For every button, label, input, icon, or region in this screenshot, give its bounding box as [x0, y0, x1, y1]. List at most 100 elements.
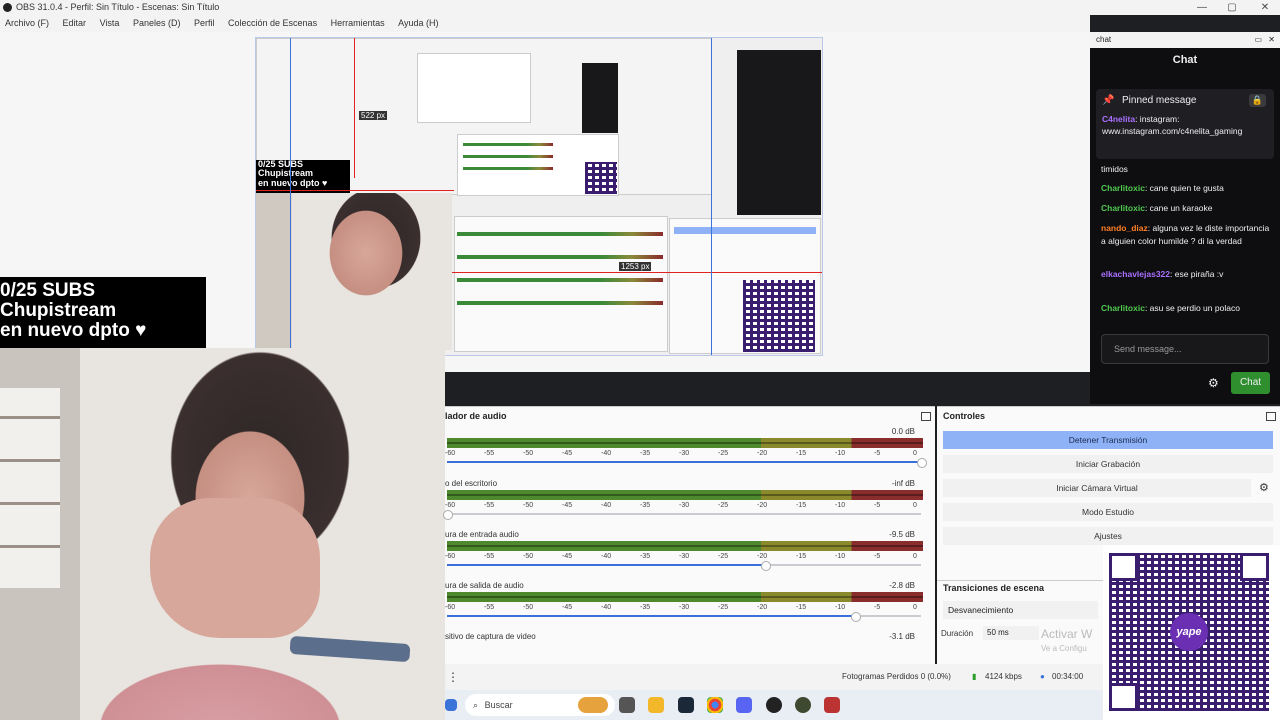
- preview-mixer-region: [454, 216, 668, 352]
- stream-preview-canvas[interactable]: 0/25 SUBS Chupistream en nuevo dpto ♥ 52…: [255, 37, 823, 356]
- chrome-icon[interactable]: [707, 697, 723, 713]
- qr-corner-tl: [1109, 553, 1138, 582]
- meter-tick-label: 0: [913, 553, 917, 560]
- chat-text: : ese piraña :v: [1170, 269, 1224, 279]
- volume-slider[interactable]: [443, 510, 921, 520]
- menu-view[interactable]: Vista: [100, 18, 120, 28]
- minimize-button[interactable]: —: [1187, 0, 1217, 15]
- gear-icon[interactable]: ⚙: [1259, 481, 1269, 494]
- stop-streaming-button[interactable]: Detener Transmisión: [943, 431, 1273, 449]
- chat-dock: chat ▭ ✕ Chat 📌 Pinned message 🔒 C4nelit…: [1090, 32, 1280, 404]
- undock-icon[interactable]: [1266, 412, 1276, 421]
- weather-widget-icon[interactable]: [578, 697, 608, 713]
- dimension-label-top: 522 px: [359, 111, 388, 120]
- meter-tick-label: 0: [913, 450, 917, 457]
- meter-tick-label: -5: [874, 450, 881, 457]
- duration-input[interactable]: 50 ms: [983, 626, 1039, 640]
- bitrate: 4124 kbps: [985, 672, 1022, 681]
- app-taskbar-icon[interactable]: [795, 697, 811, 713]
- meter-tick-label: -15: [796, 502, 807, 509]
- menu-docks[interactable]: Paneles (D): [133, 18, 181, 28]
- meter-tick-label: -55: [484, 502, 495, 509]
- subs-line-2: Chupistream: [0, 299, 117, 321]
- meter-tick-label: -30: [679, 553, 690, 560]
- meter-tick-label: -25: [718, 502, 729, 509]
- windows-start-icon[interactable]: [445, 699, 457, 711]
- volume-slider-knob[interactable]: [917, 458, 927, 468]
- volume-slider-knob[interactable]: [850, 612, 861, 622]
- meter-tick-label: -45: [562, 553, 573, 560]
- bookshelf: [0, 388, 60, 588]
- volume-slider[interactable]: [447, 612, 921, 622]
- duration-label: Duración: [941, 629, 974, 638]
- start-virtual-camera-button[interactable]: Iniciar Cámara Virtual: [943, 479, 1251, 497]
- close-window-button[interactable]: ✕: [1250, 0, 1280, 15]
- meter-tick-label: -30: [679, 604, 690, 611]
- meter-tick-label: -20: [757, 450, 768, 457]
- chat-message: Charlitoxic: cane quien te gusta: [1101, 182, 1273, 195]
- meter-tick-label: -50: [523, 450, 534, 457]
- meter-tick-label: -40: [601, 604, 612, 611]
- maximize-button[interactable]: ▢: [1217, 0, 1247, 15]
- start-recording-button[interactable]: Iniciar Grabación: [943, 455, 1273, 473]
- chat-send-button[interactable]: Chat: [1231, 372, 1270, 394]
- windows-taskbar: ⌕ Buscar: [445, 690, 1110, 720]
- meter-tick-label: -15: [796, 553, 807, 560]
- transition-select[interactable]: Desvanecimiento: [943, 601, 1098, 619]
- volume-slider[interactable]: [447, 561, 921, 571]
- steam-icon[interactable]: [678, 697, 694, 713]
- chat-username[interactable]: nando_diaz: [1101, 223, 1148, 233]
- volume-meter: [447, 438, 923, 448]
- meter-tick-label: 0: [913, 502, 917, 509]
- task-view-icon[interactable]: [619, 697, 635, 713]
- menu-edit[interactable]: Editar: [63, 18, 87, 28]
- pin-icon: 📌: [1102, 95, 1115, 106]
- chat-settings-icon[interactable]: ⚙: [1208, 376, 1219, 390]
- undock-icon[interactable]: [921, 412, 931, 421]
- settings-button[interactable]: Ajustes: [943, 527, 1273, 545]
- meter-tick-label: -55: [484, 450, 495, 457]
- meter-tick-label: -30: [679, 450, 690, 457]
- obs-taskbar-icon[interactable]: [766, 697, 782, 713]
- preview-chat-region: [737, 50, 821, 215]
- file-explorer-icon[interactable]: [648, 697, 664, 713]
- pinned-user: C4nelita: [1102, 114, 1136, 124]
- menu-profile[interactable]: Perfil: [194, 18, 215, 28]
- close-icon[interactable]: ✕: [1268, 32, 1275, 48]
- pdf-app-icon[interactable]: [824, 697, 840, 713]
- volume-slider-knob[interactable]: [443, 510, 453, 520]
- chat-username[interactable]: elkachavlejas322: [1101, 269, 1170, 279]
- channel-name: sitivo de captura de video: [445, 632, 536, 641]
- menu-file[interactable]: Archivo (F): [5, 18, 49, 28]
- volume-slider-knob[interactable]: [760, 561, 771, 571]
- menu-bar: Archivo (F) Editar Vista Paneles (D) Per…: [0, 15, 1090, 32]
- chat-text: timidos: [1101, 164, 1128, 174]
- yape-qr-overlay: yape: [1103, 545, 1280, 720]
- menu-tools[interactable]: Herramientas: [331, 18, 385, 28]
- chat-message: timidos: [1101, 163, 1273, 176]
- channel-db: -3.1 dB: [889, 632, 915, 641]
- menu-scene-collection[interactable]: Colección de Escenas: [228, 18, 317, 28]
- discord-icon[interactable]: [736, 697, 752, 713]
- subs-overlay: 0/25 SUBS Chupistream en nuevo dpto ♥: [0, 277, 206, 353]
- chat-username[interactable]: Charlitoxic: [1101, 183, 1145, 193]
- yape-qr-code: yape: [1109, 553, 1269, 711]
- channel-name: o del escritorio: [445, 479, 498, 488]
- meter-tick-label: -45: [562, 604, 573, 611]
- lock-icon[interactable]: 🔒: [1248, 94, 1266, 107]
- meter-tick-label: -50: [523, 502, 534, 509]
- volume-slider[interactable]: [447, 458, 927, 468]
- meter-tick-label: -5: [874, 604, 881, 611]
- chat-username[interactable]: Charlitoxic: [1101, 303, 1145, 313]
- menu-help[interactable]: Ayuda (H): [398, 18, 438, 28]
- undock-icon[interactable]: ▭: [1254, 32, 1262, 48]
- chat-message: Charlitoxic: asu se perdio un polaco: [1101, 302, 1273, 315]
- stream-status-icon: ●: [1040, 672, 1045, 681]
- chat-input[interactable]: Send message...: [1101, 334, 1269, 364]
- chat-username[interactable]: Charlitoxic: [1101, 203, 1145, 213]
- studio-mode-button[interactable]: Modo Estudio: [943, 503, 1273, 521]
- meter-tick-label: -40: [601, 553, 612, 560]
- preview-webcam-source[interactable]: [256, 193, 452, 350]
- more-icon[interactable]: ⋮: [447, 664, 459, 690]
- mixer-channel: ura de salida de audio -2.8 dB -60 -55 -50 -4…: [445, 579, 925, 629]
